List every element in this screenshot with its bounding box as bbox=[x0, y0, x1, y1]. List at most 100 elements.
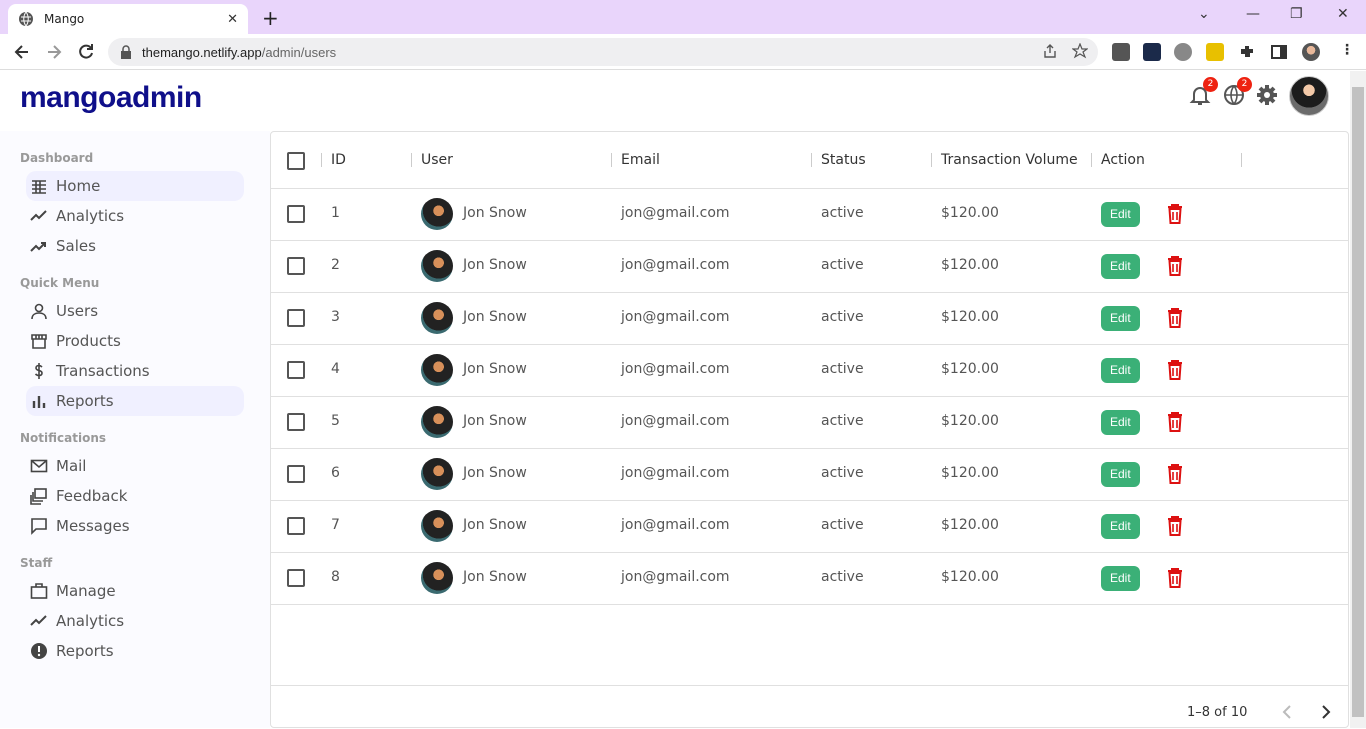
sidebar-item-products[interactable]: Products bbox=[26, 326, 244, 356]
edit-button[interactable]: Edit bbox=[1101, 410, 1140, 435]
table-row[interactable]: 2 Jon Snow jon@gmail.com active $120.00 Edit bbox=[271, 241, 1348, 293]
mail-icon bbox=[30, 459, 48, 473]
extension-a-icon[interactable] bbox=[1112, 43, 1130, 61]
globe-icon bbox=[19, 11, 33, 27]
row-checkbox[interactable] bbox=[287, 361, 305, 379]
select-all-checkbox[interactable] bbox=[287, 152, 305, 170]
edit-button[interactable]: Edit bbox=[1101, 462, 1140, 487]
cell-transaction-volume: $120.00 bbox=[941, 257, 999, 273]
extension-folder-icon[interactable] bbox=[1206, 43, 1224, 61]
column-header-email[interactable]: Email bbox=[621, 152, 660, 168]
next-page-icon[interactable] bbox=[1314, 700, 1338, 724]
column-header-status[interactable]: Status bbox=[821, 152, 866, 168]
delete-trash-icon[interactable] bbox=[1166, 359, 1184, 381]
cell-user: Jon Snow bbox=[463, 569, 527, 585]
sidebar-item-transactions[interactable]: Transactions bbox=[26, 356, 244, 386]
scrollbar-thumb[interactable] bbox=[1352, 87, 1364, 717]
cell-transaction-volume: $120.00 bbox=[941, 569, 999, 585]
sidebar-item-label: Manage bbox=[56, 582, 116, 600]
browser-tab[interactable]: Mango ✕ bbox=[8, 4, 248, 34]
settings-gear-icon[interactable] bbox=[1255, 83, 1279, 107]
row-checkbox[interactable] bbox=[287, 569, 305, 587]
delete-trash-icon[interactable] bbox=[1166, 411, 1184, 433]
new-tab-button[interactable]: + bbox=[262, 6, 279, 30]
edit-button[interactable]: Edit bbox=[1101, 566, 1140, 591]
edit-button[interactable]: Edit bbox=[1101, 514, 1140, 539]
user-avatar[interactable] bbox=[1289, 76, 1329, 116]
sidebar-item-sales[interactable]: Sales bbox=[26, 231, 244, 261]
column-header-user[interactable]: User bbox=[421, 152, 453, 168]
share-icon[interactable] bbox=[1042, 43, 1058, 59]
sidebar-item-analytics[interactable]: Analytics bbox=[26, 201, 244, 231]
logo[interactable]: mangoadmin bbox=[20, 81, 202, 115]
minimize-icon[interactable]: — bbox=[1246, 6, 1260, 22]
sidebar-item-label: Products bbox=[56, 332, 121, 350]
profile-avatar[interactable] bbox=[1302, 43, 1320, 61]
column-header-action[interactable]: Action bbox=[1101, 152, 1145, 168]
sidebar-item-label: Messages bbox=[56, 517, 130, 535]
sidebar-item-analytics[interactable]: Analytics bbox=[26, 606, 244, 636]
react-devtools-icon[interactable] bbox=[1143, 43, 1161, 61]
edit-button[interactable]: Edit bbox=[1101, 358, 1140, 383]
row-checkbox[interactable] bbox=[287, 517, 305, 535]
forward-icon[interactable] bbox=[44, 42, 64, 62]
close-tab-icon[interactable]: ✕ bbox=[227, 12, 238, 27]
edit-button[interactable]: Edit bbox=[1101, 202, 1140, 227]
sidebar-item-users[interactable]: Users bbox=[26, 296, 244, 326]
close-window-icon[interactable]: ✕ bbox=[1337, 6, 1349, 22]
cell-status: active bbox=[821, 517, 864, 533]
sidebar-item-reports[interactable]: Reports bbox=[26, 386, 244, 416]
cell-user: Jon Snow bbox=[463, 309, 527, 325]
previous-page-icon[interactable] bbox=[1275, 700, 1299, 724]
column-header-transaction-volume[interactable]: Transaction Volume bbox=[941, 152, 1078, 168]
delete-trash-icon[interactable] bbox=[1166, 307, 1184, 329]
cell-status: active bbox=[821, 361, 864, 377]
sidebar-item-label: Analytics bbox=[56, 207, 125, 225]
bookmark-star-icon[interactable] bbox=[1072, 43, 1088, 59]
restore-icon[interactable]: ❐ bbox=[1290, 6, 1303, 22]
reload-icon[interactable] bbox=[76, 42, 96, 62]
delete-trash-icon[interactable] bbox=[1166, 515, 1184, 537]
delete-trash-icon[interactable] bbox=[1166, 567, 1184, 589]
user-icon bbox=[31, 303, 47, 320]
sidebar-item-mail[interactable]: Mail bbox=[26, 451, 244, 481]
table-row[interactable]: 7 Jon Snow jon@gmail.com active $120.00 Edit bbox=[271, 501, 1348, 553]
browser-menu-icon[interactable]: ⋮ bbox=[1340, 42, 1354, 58]
row-checkbox[interactable] bbox=[287, 257, 305, 275]
address-bar[interactable]: themango.netlify.app/admin/users bbox=[108, 38, 1098, 66]
edit-button[interactable]: Edit bbox=[1101, 306, 1140, 331]
delete-trash-icon[interactable] bbox=[1166, 255, 1184, 277]
row-checkbox[interactable] bbox=[287, 465, 305, 483]
user-avatar-thumb bbox=[421, 302, 453, 334]
delete-trash-icon[interactable] bbox=[1166, 203, 1184, 225]
tab-search-icon[interactable]: ⌄ bbox=[1198, 6, 1210, 22]
extension-globe-icon[interactable] bbox=[1174, 43, 1192, 61]
edit-button[interactable]: Edit bbox=[1101, 254, 1140, 279]
side-panel-icon[interactable] bbox=[1270, 43, 1288, 61]
extensions-puzzle-icon[interactable] bbox=[1238, 43, 1256, 61]
sidebar-item-reports[interactable]: Reports bbox=[26, 636, 244, 666]
notifications-button[interactable]: 2 bbox=[1188, 77, 1218, 107]
language-button[interactable]: 2 bbox=[1222, 77, 1252, 107]
table-row[interactable]: 5 Jon Snow jon@gmail.com active $120.00 Edit bbox=[271, 397, 1348, 449]
sidebar-item-label: Home bbox=[56, 177, 101, 195]
row-checkbox[interactable] bbox=[287, 309, 305, 327]
table-row[interactable]: 8 Jon Snow jon@gmail.com active $120.00 Edit bbox=[271, 553, 1348, 605]
sidebar-item-manage[interactable]: Manage bbox=[26, 576, 244, 606]
sidebar-item-messages[interactable]: Messages bbox=[26, 511, 244, 541]
row-checkbox[interactable] bbox=[287, 413, 305, 431]
back-icon[interactable] bbox=[12, 42, 32, 62]
page-scrollbar[interactable] bbox=[1350, 71, 1366, 728]
trending-up-icon bbox=[30, 242, 46, 252]
row-checkbox[interactable] bbox=[287, 205, 305, 223]
cell-id: 2 bbox=[331, 257, 340, 273]
delete-trash-icon[interactable] bbox=[1166, 463, 1184, 485]
table-row[interactable]: 6 Jon Snow jon@gmail.com active $120.00 Edit bbox=[271, 449, 1348, 501]
table-row[interactable]: 3 Jon Snow jon@gmail.com active $120.00 Edit bbox=[271, 293, 1348, 345]
cell-transaction-volume: $120.00 bbox=[941, 465, 999, 481]
table-row[interactable]: 4 Jon Snow jon@gmail.com active $120.00 Edit bbox=[271, 345, 1348, 397]
column-header-id[interactable]: ID bbox=[331, 152, 346, 168]
table-row[interactable]: 1 Jon Snow jon@gmail.com active $120.00 Edit bbox=[271, 189, 1348, 241]
sidebar-item-home[interactable]: Home bbox=[26, 171, 244, 201]
sidebar-item-feedback[interactable]: Feedback bbox=[26, 481, 244, 511]
